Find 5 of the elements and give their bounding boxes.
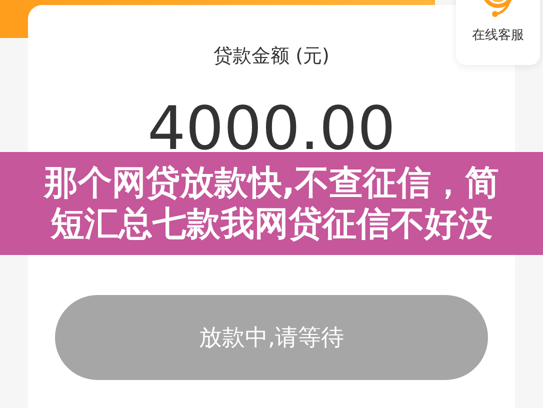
- loan-amount: 4000.00: [147, 99, 396, 159]
- support-label: 在线客服: [472, 27, 524, 44]
- support-widget[interactable]: 在线客服: [456, 0, 540, 65]
- banner-title: 那个网贷放款快,不查征信，简短汇总七款我网贷征信不好没: [42, 162, 500, 244]
- loan-amount-label: 贷款金额 (元): [214, 44, 330, 69]
